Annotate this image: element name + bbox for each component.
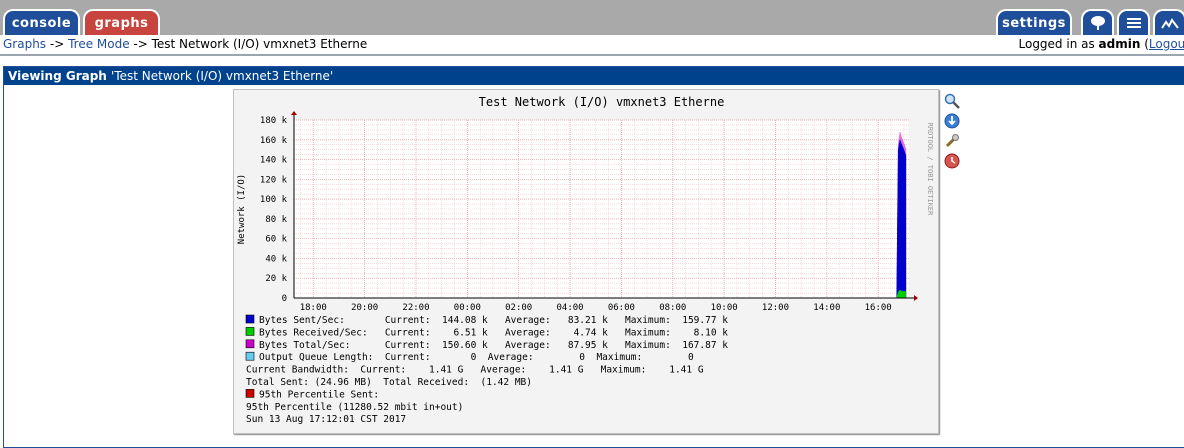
tab-console[interactable]: console	[3, 9, 80, 35]
legend-line: Current Bandwidth: Current: 1.41 G Avera…	[246, 365, 704, 376]
x-tick-label: 04:00	[556, 303, 583, 313]
download-arrow-icon	[944, 113, 960, 129]
breadcrumb: Graphs -> Tree Mode -> Test Network (I/O…	[3, 37, 367, 51]
export-csv-button[interactable]	[944, 113, 960, 129]
preview-view-button[interactable]	[1153, 9, 1184, 35]
logout-link[interactable]: Logout	[1149, 37, 1184, 51]
time-span-button[interactable]	[944, 153, 960, 169]
legend-swatch	[246, 327, 254, 335]
login-status: Logged in as admin (Logout	[1019, 37, 1184, 51]
panel-graph-title: 'Test Network (I/O) vmxnet3 Etherne'	[111, 69, 333, 83]
x-tick-label: 12:00	[762, 303, 789, 313]
chart-title: Test Network (I/O) vmxnet3 Etherne	[479, 95, 725, 109]
y-tick-label: 140 k	[260, 156, 288, 166]
y-tick-label: 0	[282, 294, 287, 304]
login-prefix: Logged in as	[1019, 37, 1099, 51]
watermark: RRDTOOL / TOBI OETIKER	[926, 123, 934, 217]
percentile-label: 95th Percentile Sent:	[259, 389, 379, 400]
legend-swatch	[246, 315, 254, 323]
legend-swatch	[246, 340, 254, 348]
panel-header: Viewing Graph 'Test Network (I/O) vmxnet…	[4, 67, 1184, 85]
debug-graph-button[interactable]	[944, 133, 960, 149]
y-tick-label: 80 k	[265, 215, 287, 225]
x-tick-label: 10:00	[711, 303, 738, 313]
percentile-value: 95th Percentile (11280.52 mbit in+out)	[246, 402, 463, 413]
x-tick-label: 20:00	[351, 303, 378, 313]
legend-swatch	[246, 352, 254, 360]
breadcrumb-current: Test Network (I/O) vmxnet3 Etherne	[152, 37, 368, 51]
tab-graphs[interactable]: graphs	[83, 9, 160, 35]
x-tick-label: 22:00	[402, 303, 429, 313]
y-tick-label: 20 k	[265, 274, 287, 284]
tree-icon	[1089, 15, 1107, 31]
logout-paren: (	[1140, 37, 1149, 51]
magnifier-icon	[944, 93, 960, 109]
x-tick-label: 02:00	[505, 303, 532, 313]
series-area-bytes-sent-sec	[897, 140, 906, 298]
username: admin	[1099, 37, 1141, 51]
graph-image[interactable]: 0 20 k 40 k 60 k 80 k 100 k 120 k 140 k 160 k 180…	[233, 89, 939, 434]
y-tick-label: 120 k	[260, 175, 288, 185]
x-tick-label: 16:00	[865, 303, 892, 313]
preview-icon	[1161, 15, 1179, 31]
x-tick-label: 08:00	[659, 303, 686, 313]
legend-entry: Bytes Received/Sec: Current: 6.51 k Aver…	[259, 327, 728, 338]
y-tick-label: 180 k	[260, 116, 288, 126]
tree-view-button[interactable]	[1081, 9, 1114, 35]
zoom-graph-button[interactable]	[944, 93, 960, 109]
breadcrumb-graphs-link[interactable]: Graphs	[3, 37, 46, 51]
graph-timestamp: Sun 13 Aug 17:12:01 CST 2017	[246, 414, 406, 425]
y-tick-label: 160 k	[260, 136, 288, 146]
list-icon	[1125, 15, 1143, 31]
legend-line: Total Sent: (24.96 MB) Total Received: (…	[246, 377, 532, 388]
breadcrumb-separator: ->	[46, 37, 68, 51]
percentile-swatch	[246, 389, 254, 397]
breadcrumb-separator: ->	[130, 37, 152, 51]
y-tick-label: 100 k	[260, 195, 288, 205]
x-tick-label: 00:00	[454, 303, 481, 313]
list-view-button[interactable]	[1117, 9, 1150, 35]
x-tick-label: 06:00	[608, 303, 635, 313]
y-tick-label: 40 k	[265, 254, 287, 264]
x-axis-arrow	[914, 295, 918, 301]
y-axis-arrow	[291, 111, 297, 115]
breadcrumb-tree-mode-link[interactable]: Tree Mode	[68, 37, 130, 51]
x-tick-label: 14:00	[813, 303, 840, 313]
tab-settings[interactable]: settings	[996, 9, 1072, 35]
graph-actions	[944, 93, 960, 173]
x-tick-label: 18:00	[300, 303, 327, 313]
panel-heading: Viewing Graph	[8, 69, 107, 83]
network-io-chart: 0 20 k 40 k 60 k 80 k 100 k 120 k 140 k 160 k 180…	[234, 90, 938, 433]
legend-entry: Bytes Sent/Sec: Current: 144.08 k Averag…	[259, 315, 728, 326]
y-axis-label: Network (I/O)	[237, 174, 247, 244]
wrench-icon	[944, 133, 960, 149]
top-tab-bar: console graphs settings	[0, 0, 1184, 35]
clock-icon	[944, 153, 960, 169]
y-tick-label: 60 k	[265, 235, 287, 245]
legend-entry: Bytes Total/Sec: Current: 150.60 k Avera…	[259, 340, 728, 351]
breadcrumb-bar: Graphs -> Tree Mode -> Test Network (I/O…	[0, 35, 1184, 56]
legend-entry: Output Queue Length: Current: 0 Average:…	[259, 352, 694, 363]
